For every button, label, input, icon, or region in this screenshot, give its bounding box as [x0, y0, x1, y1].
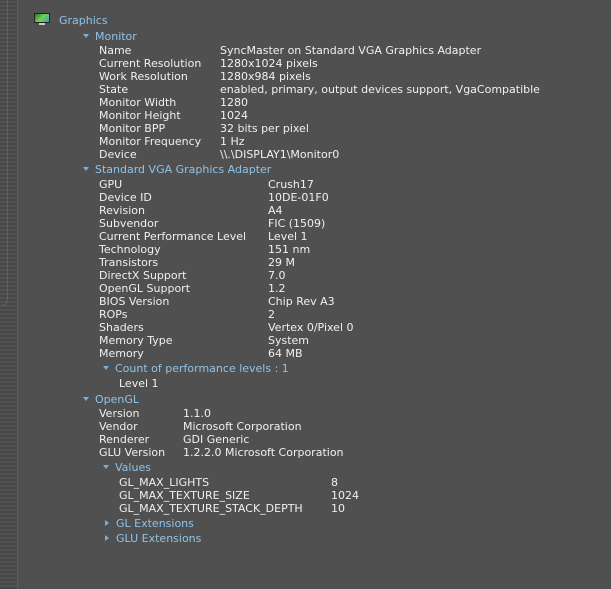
property-value: Vertex 0/Pixel 0 — [268, 321, 354, 334]
property-value: 1024 — [331, 489, 359, 502]
property-key: Name — [99, 44, 132, 57]
property-key: DirectX Support — [99, 269, 187, 282]
tree-node-performance-levels[interactable]: Count of performance levels : 1 — [103, 362, 289, 375]
property-key: Monitor BPP — [99, 122, 166, 135]
performance-level-item[interactable]: Level 1 — [119, 377, 159, 390]
property-value: 151 nm — [268, 243, 311, 256]
tree-node-opengl[interactable]: OpenGL — [83, 393, 139, 406]
tree-node-glu-extensions[interactable]: GLU Extensions — [105, 532, 201, 545]
tree-node-gl-extensions[interactable]: GL Extensions — [105, 517, 194, 530]
property-key: Monitor Frequency — [99, 135, 202, 148]
node-label: Values — [115, 461, 151, 474]
tree-node-adapter[interactable]: Standard VGA Graphics Adapter — [83, 163, 271, 176]
property-value: 1280x984 pixels — [220, 70, 311, 83]
property-value: 1280x1024 pixels — [220, 57, 318, 70]
property-key: GLU Version — [99, 446, 166, 459]
property-key: Memory Type — [99, 334, 173, 347]
expand-arrow-icon[interactable] — [83, 397, 89, 401]
property-key: ROPs — [99, 308, 128, 321]
collapse-arrow-icon[interactable] — [105, 535, 109, 541]
property-value: \\.\DISPLAY1\Monitor0 — [220, 148, 340, 161]
property-key: Shaders — [99, 321, 144, 334]
property-key: Vendor — [99, 420, 138, 433]
monitor-icon — [34, 13, 50, 26]
property-key: Subvendor — [99, 217, 159, 230]
property-value: 64 MB — [268, 347, 303, 360]
property-key: GL_MAX_LIGHTS — [119, 476, 210, 489]
property-value: SyncMaster on Standard VGA Graphics Adap… — [220, 44, 482, 57]
node-label: OpenGL — [95, 393, 140, 406]
property-key: Device ID — [99, 191, 152, 204]
property-value: Microsoft Corporation — [183, 420, 302, 433]
item-label: Level 1 — [119, 377, 159, 390]
property-value: 2 — [268, 308, 275, 321]
property-key: GL_MAX_TEXTURE_SIZE — [119, 489, 250, 502]
left-scroll-rail[interactable] — [0, 0, 18, 589]
node-label: Standard VGA Graphics Adapter — [95, 163, 272, 176]
property-value: 10DE-01F0 — [268, 191, 329, 204]
property-value: Crush17 — [268, 178, 314, 191]
property-value: Level 1 — [268, 230, 308, 243]
expand-arrow-icon[interactable] — [103, 465, 109, 469]
tree-node-values[interactable]: Values — [103, 461, 151, 474]
property-value: System — [268, 334, 310, 347]
node-label: Monitor — [95, 30, 137, 43]
node-label: Count of performance levels : 1 — [115, 362, 289, 375]
property-value: Chip Rev A3 — [268, 295, 335, 308]
rail-track — [0, 0, 8, 306]
node-label: GLU Extensions — [116, 532, 202, 545]
property-value: 8 — [331, 476, 338, 489]
collapse-arrow-icon[interactable] — [105, 520, 109, 526]
property-value: GDI Generic — [183, 433, 250, 446]
node-label: Graphics — [59, 14, 108, 27]
property-value: FIC (1509) — [268, 217, 326, 230]
property-key: GPU — [99, 178, 123, 191]
property-key: OpenGL Support — [99, 282, 191, 295]
property-key: GL_MAX_TEXTURE_STACK_DEPTH — [119, 502, 303, 515]
property-key: Work Resolution — [99, 70, 188, 83]
property-value: A4 — [268, 204, 283, 217]
property-key: Renderer — [99, 433, 150, 446]
tree-node-monitor[interactable]: Monitor — [83, 30, 137, 43]
property-value: 7.0 — [268, 269, 286, 282]
property-key: Memory — [99, 347, 144, 360]
property-key: Device — [99, 148, 137, 161]
node-label: GL Extensions — [116, 517, 194, 530]
property-key: Technology — [99, 243, 161, 256]
property-value: 29 M — [268, 256, 295, 269]
property-key: Current Performance Level — [99, 230, 247, 243]
property-value: enabled, primary, output devices support… — [220, 83, 540, 96]
property-key: Transistors — [99, 256, 159, 269]
property-value: 1024 — [220, 109, 248, 122]
property-value: 1.2 — [268, 282, 286, 295]
property-value: 10 — [331, 502, 345, 515]
expand-arrow-icon[interactable] — [83, 34, 89, 38]
property-key: Monitor Width — [99, 96, 177, 109]
property-key: Version — [99, 407, 140, 420]
property-key: Monitor Height — [99, 109, 181, 122]
property-value: 1280 — [220, 96, 248, 109]
property-key: BIOS Version — [99, 295, 170, 308]
property-value: 1.1.0 — [183, 407, 211, 420]
property-key: Current Resolution — [99, 57, 202, 70]
property-value: 32 bits per pixel — [220, 122, 309, 135]
expand-arrow-icon[interactable] — [103, 366, 109, 370]
property-key: State — [99, 83, 129, 96]
expand-arrow-icon[interactable] — [83, 167, 89, 171]
property-value: 1.2.2.0 Microsoft Corporation — [183, 446, 344, 459]
tree-node-graphics[interactable]: Graphics — [59, 14, 108, 27]
property-value: 1 Hz — [220, 135, 245, 148]
property-key: Revision — [99, 204, 145, 217]
